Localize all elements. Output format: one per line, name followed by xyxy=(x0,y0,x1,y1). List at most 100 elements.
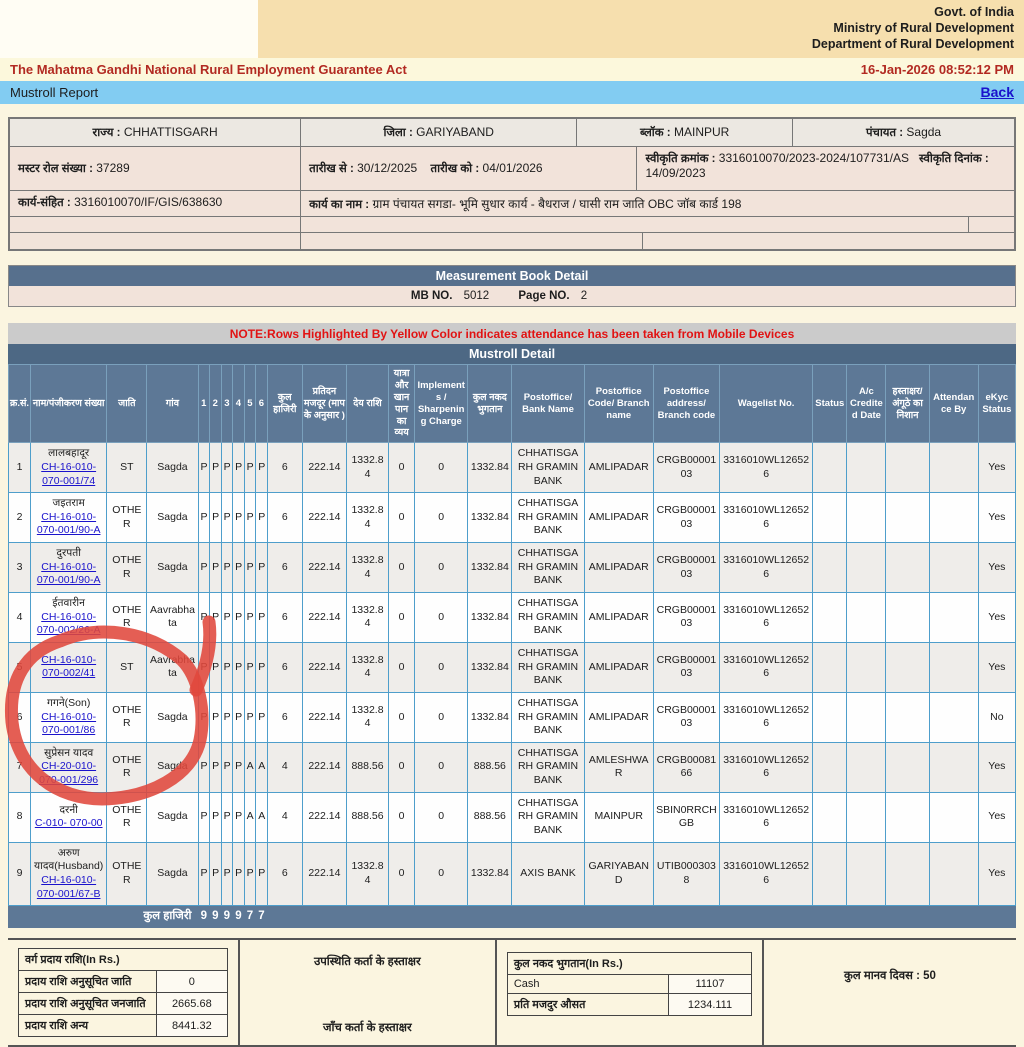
col-signature: हस्ताक्षर/ अंगूठे का निशान xyxy=(886,365,929,443)
implements-charge: 0 xyxy=(415,443,468,493)
ekyc-status: Yes xyxy=(978,842,1015,906)
back-link[interactable]: Back xyxy=(981,84,1014,100)
jobcard-link[interactable]: CH-16-010-070-001/90-A xyxy=(37,511,101,537)
day-3-attendance: P xyxy=(221,543,233,593)
status xyxy=(813,642,847,692)
total-cash: 1332.84 xyxy=(468,593,512,643)
district-cell: जिला : GARIYABAND xyxy=(301,119,577,146)
branch-name: AMLIPADAR xyxy=(584,543,653,593)
wagelist-no: 3316010WL126526 xyxy=(720,443,813,493)
branch-name: AMLIPADAR xyxy=(584,443,653,493)
jobcard-link[interactable]: CH-16-010-070-002/41 xyxy=(41,654,96,680)
day-2-attendance: P xyxy=(210,792,222,842)
signature xyxy=(886,543,929,593)
status xyxy=(813,842,847,906)
jobcard-link[interactable]: CH-16-010-070-001/86 xyxy=(41,711,96,737)
signature xyxy=(886,493,929,543)
col-day-3: 3 xyxy=(221,365,233,443)
signature xyxy=(886,742,929,792)
day-3-attendance: P xyxy=(221,642,233,692)
branch-name: AMLIPADAR xyxy=(584,593,653,643)
village: Aavrabhata xyxy=(147,642,198,692)
col-day-5: 5 xyxy=(244,365,256,443)
day-2-attendance: P xyxy=(210,742,222,792)
day-5-attendance: P xyxy=(244,443,256,493)
day-3-attendance: P xyxy=(221,443,233,493)
caste: OTHER xyxy=(107,493,147,543)
jobcard-link[interactable]: CH-16-010-070-001/90-A xyxy=(37,561,101,587)
implements-charge: 0 xyxy=(415,543,468,593)
worker-cell: गगने(Son) CH-16-010-070-001/86 xyxy=(31,692,107,742)
date-to-label: तारीख को : xyxy=(431,163,480,175)
caste: OTHER xyxy=(107,742,147,792)
day-1-attendance: P xyxy=(198,443,210,493)
implements-charge: 0 xyxy=(415,593,468,643)
bank-name: CHHATISGARH GRAMIN BANK xyxy=(512,443,584,493)
bank-name: CHHATISGARH GRAMIN BANK xyxy=(512,742,584,792)
mb-page-label: Page NO. xyxy=(518,290,569,302)
day-total-5: 7 xyxy=(244,906,256,928)
jobcard-link[interactable]: CH-16-010-070-001/67-B xyxy=(37,874,101,900)
worker-cell: CH-16-010-070-002/41 xyxy=(31,642,107,692)
worker-name: जइतराम xyxy=(33,497,104,511)
caste: OTHER xyxy=(107,593,147,643)
total-cash: 888.56 xyxy=(468,792,512,842)
branch-name: GARIYABAND xyxy=(584,842,653,906)
village: Sagda xyxy=(147,692,198,742)
act-title-band: The Mahatma Gandhi National Rural Employ… xyxy=(0,58,1024,81)
total-cash: 1332.84 xyxy=(468,493,512,543)
attendance-taker-signature-label: उपस्थिति कर्ता के हस्ताक्षर xyxy=(246,954,489,969)
panchayat-cell: पंचायत : Sagda xyxy=(793,119,1014,146)
ac-credited-date xyxy=(847,543,886,593)
sr-no: 4 xyxy=(9,593,31,643)
total-cash: 1332.84 xyxy=(468,842,512,906)
day-5-attendance: P xyxy=(244,842,256,906)
govt-line-2: Ministry of Rural Development xyxy=(268,20,1014,36)
status xyxy=(813,742,847,792)
other-amount-label: प्रदाय राशि अन्य xyxy=(19,1015,157,1037)
day-6-attendance: A xyxy=(256,742,268,792)
branch-code: CRGB0008166 xyxy=(653,742,719,792)
jobcard-link[interactable]: CH-16-010-070-001/74 xyxy=(41,461,96,487)
jobcard-link[interactable]: C-010- 070-00 xyxy=(35,817,103,829)
implements-charge: 0 xyxy=(415,742,468,792)
implements-charge: 0 xyxy=(415,642,468,692)
jobcard-link[interactable]: CH-16-010-070-002/26-A xyxy=(37,611,101,637)
day-2-attendance: P xyxy=(210,692,222,742)
table-row: 1 लालबहादूर CH-16-010-070-001/74 ST Sagd… xyxy=(9,443,1016,493)
sr-no: 7 xyxy=(9,742,31,792)
day-2-attendance: P xyxy=(210,493,222,543)
sr-no: 1 xyxy=(9,443,31,493)
work-name-label: कार्य का नाम : xyxy=(309,199,369,211)
table-row: 8 दरनी C-010- 070-00 OTHER Sagda P P P P… xyxy=(9,792,1016,842)
work-code-value: 3316010070/IF/GIS/638630 xyxy=(74,195,222,209)
table-row: 7 सुप्रेसन यादव CH-20-010-070-001/296 OT… xyxy=(9,742,1016,792)
wagelist-no: 3316010WL126526 xyxy=(720,493,813,543)
category-table-title: वर्ग प्रदाय राशि(In Rs.) xyxy=(19,949,228,971)
day-4-attendance: P xyxy=(233,493,245,543)
page-title: Mustroll Report xyxy=(10,85,98,100)
col-total-attendance: कुल हाजिरी xyxy=(267,365,302,443)
worker-cell: सुप्रेसन यादव CH-20-010-070-001/296 xyxy=(31,742,107,792)
ac-credited-date xyxy=(847,493,886,543)
top-header-band: Govt. of India Ministry of Rural Develop… xyxy=(0,0,1024,58)
report-timestamp: 16-Jan-2026 08:52:12 PM xyxy=(861,62,1014,77)
day-4-attendance: P xyxy=(233,792,245,842)
day-total-2: 9 xyxy=(210,906,222,928)
dates-cell: तारीख से : 30/12/2025 तारीख को : 04/01/2… xyxy=(301,147,637,190)
total-attendance: 6 xyxy=(267,642,302,692)
date-to-value: 04/01/2026 xyxy=(483,161,543,175)
col-branch-code: Postoffice address/ Branch code xyxy=(653,365,719,443)
day-4-attendance: P xyxy=(233,642,245,692)
bank-name: CHHATISGARH GRAMIN BANK xyxy=(512,543,584,593)
col-daily-wage: प्रतिदन मजदूर (माप के अनुसार ) xyxy=(302,365,346,443)
jobcard-link[interactable]: CH-20-010-070-001/296 xyxy=(39,760,98,786)
col-bank-name: Postoffice/ Bank Name xyxy=(512,365,584,443)
empty-cell xyxy=(643,233,1014,249)
daily-wage: 222.14 xyxy=(302,493,346,543)
payable-amount: 888.56 xyxy=(346,792,388,842)
bank-name: AXIS BANK xyxy=(512,842,584,906)
attendance-by xyxy=(929,593,978,643)
measurement-book-section: Measurement Book Detail MB NO. 5012 Page… xyxy=(8,265,1016,307)
bank-name: CHHATISGARH GRAMIN BANK xyxy=(512,792,584,842)
